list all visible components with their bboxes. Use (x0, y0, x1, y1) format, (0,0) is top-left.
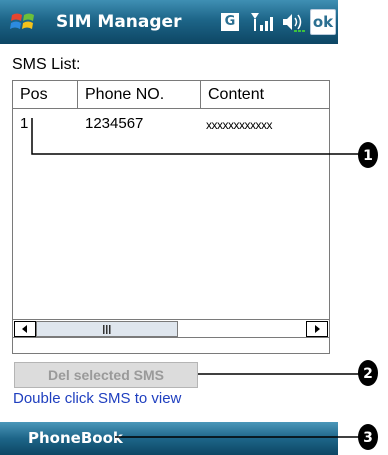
scroll-left-button[interactable] (14, 321, 36, 337)
signal-icon[interactable] (250, 11, 276, 33)
cell-phone: 1234567 (85, 115, 144, 132)
window-title: SIM Manager (56, 12, 182, 32)
arrow-right-icon (315, 325, 320, 333)
sms-list-view[interactable]: Pos Phone NO. Content 1 1234567 xxxxxxxx… (12, 80, 330, 354)
column-header-pos[interactable]: Pos (13, 81, 78, 109)
volume-icon[interactable] (281, 11, 305, 33)
table-row[interactable]: 1 1234567 xxxxxxxxxxxx (13, 111, 329, 135)
title-bar: SIM Manager G ok (0, 0, 338, 44)
sms-list-label: SMS List: (12, 56, 81, 73)
softkey-bar: PhoneBook (0, 422, 338, 455)
callout-2: 2 (198, 360, 378, 386)
scroll-right-button[interactable] (306, 321, 328, 337)
callout-1-number: 1 (363, 148, 373, 164)
hint-text: Double click SMS to view (13, 390, 182, 407)
arrow-left-icon (22, 325, 27, 333)
column-header-content[interactable]: Content (201, 81, 329, 109)
phonebook-softkey[interactable]: PhoneBook (28, 429, 123, 447)
column-header-phone[interactable]: Phone NO. (78, 81, 201, 109)
scroll-thumb[interactable] (36, 321, 178, 337)
list-header: Pos Phone NO. Content (13, 81, 329, 109)
cell-pos: 1 (20, 115, 29, 132)
gprs-icon[interactable]: G (221, 13, 239, 31)
delete-selected-sms-button[interactable]: Del selected SMS (14, 362, 198, 388)
callout-2-number: 2 (363, 366, 373, 382)
cell-content: xxxxxxxxxxxx (206, 118, 273, 132)
grip-icon (103, 325, 111, 334)
horizontal-scrollbar[interactable] (13, 319, 329, 337)
callout-3-number: 3 (363, 430, 373, 446)
ok-button[interactable]: ok (310, 9, 336, 35)
windows-start-icon[interactable] (10, 9, 38, 35)
list-footer (13, 337, 329, 353)
